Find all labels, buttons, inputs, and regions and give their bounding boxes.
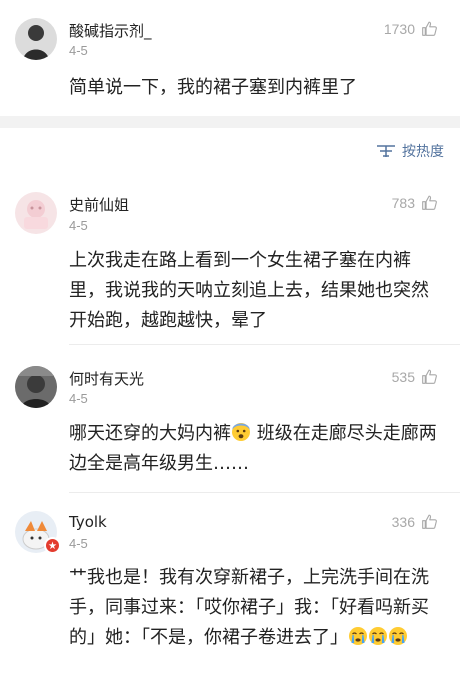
avatar-image	[15, 192, 57, 234]
avatar-image	[15, 18, 57, 60]
verified-badge-icon	[44, 537, 61, 554]
sort-label: 按热度	[402, 144, 444, 160]
divider	[69, 344, 460, 345]
crying-face-emoji-icon	[369, 627, 387, 645]
comment-date: 4-5	[69, 391, 88, 406]
thumbs-up-icon	[422, 21, 437, 36]
thumbs-up-icon	[422, 195, 437, 210]
thumbs-up-icon	[422, 369, 437, 384]
username[interactable]: Tyolk	[69, 513, 107, 531]
comment-text: 上次我走在路上看到一个女生裙子塞在内裤里，我说我的天呐立刻追上去，结果她也突然开…	[69, 250, 429, 331]
comment-date: 4-5	[69, 218, 88, 233]
like-count: 783	[391, 194, 415, 211]
like-button[interactable]: 1730	[384, 20, 438, 37]
username[interactable]: 何时有天光	[69, 368, 144, 389]
avatar[interactable]	[15, 366, 57, 408]
like-button[interactable]: 336	[392, 513, 438, 530]
like-count: 1730	[383, 20, 415, 37]
comment-text: 艹我也是！我有次穿新裙子，上完洗手间在洗手，同事过来：「哎你裙子」我：「好看吗新…	[69, 563, 441, 653]
comment-date: 4-5	[69, 43, 88, 58]
avatar[interactable]	[15, 192, 57, 234]
crying-face-emoji-icon	[349, 627, 367, 645]
like-button[interactable]: 783	[392, 194, 438, 211]
crying-face-emoji-icon	[389, 627, 407, 645]
thumbs-up-icon	[422, 514, 437, 529]
like-count: 535	[391, 368, 415, 385]
comment-text: 哪天还穿的大妈内裤 班级在走廊尽头走廊两边全是高年级男生……	[69, 419, 441, 479]
comment-text-part: 哪天还穿的大妈内裤	[69, 423, 231, 444]
fearful-face-emoji-icon	[232, 423, 250, 441]
avatar-image	[15, 366, 57, 408]
sort-lines-icon	[377, 145, 395, 157]
section-gap	[0, 116, 460, 128]
username[interactable]: 酸碱指示剂_	[69, 20, 152, 41]
like-button[interactable]: 535	[392, 368, 438, 385]
divider	[69, 492, 460, 493]
sort-button[interactable]: 按热度	[376, 141, 444, 161]
like-count: 336	[391, 513, 415, 530]
avatar[interactable]	[15, 18, 57, 60]
comment-date: 4-5	[69, 536, 88, 551]
comment-text: 简单说一下，我的裙子塞到内裤里了	[69, 77, 357, 98]
username[interactable]: 史前仙姐	[69, 194, 129, 215]
